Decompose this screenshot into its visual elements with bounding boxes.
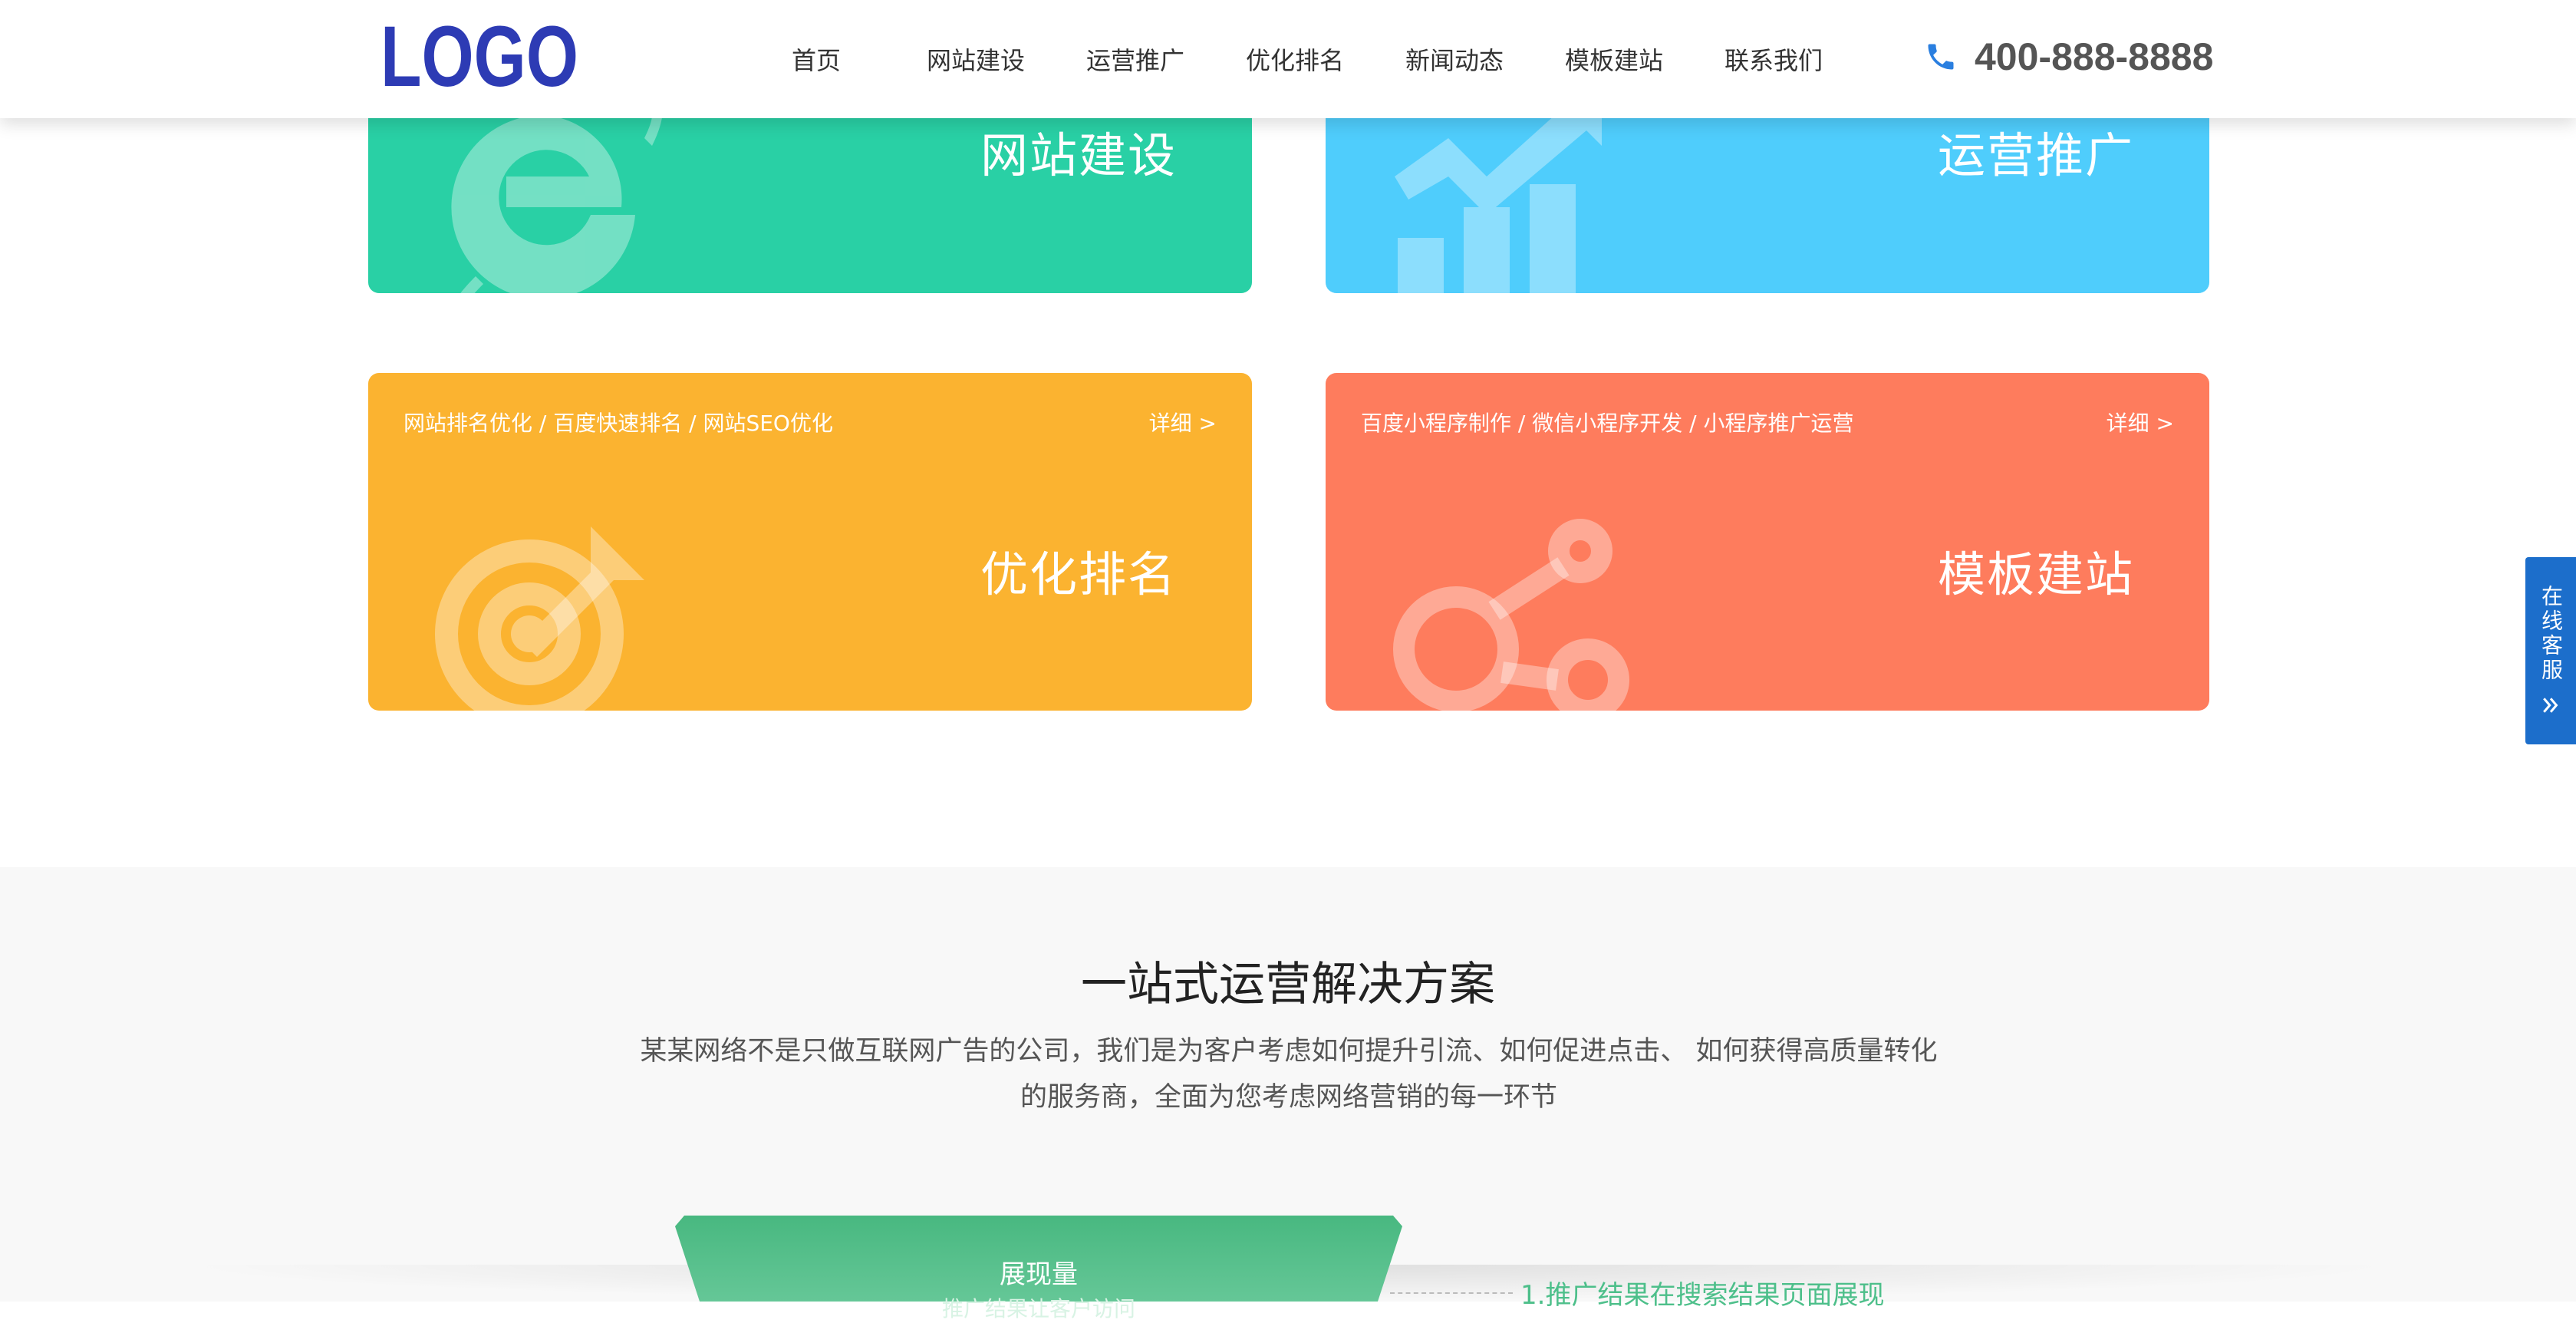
section-title: 一站式运营解决方案 bbox=[1081, 958, 1495, 1011]
nav-home[interactable]: 首页 bbox=[736, 0, 896, 118]
card-detail-link[interactable]: 详细 > bbox=[2107, 407, 2174, 437]
logo[interactable]: LOGO bbox=[380, 20, 578, 91]
description-line: 某某网络不是只做互联网广告的公司，我们是为客户考虑如何提升引流、如何促进点击、 … bbox=[640, 1036, 1938, 1067]
card-title: 优化排名 bbox=[980, 546, 1178, 602]
nav-template-site[interactable]: 模板建站 bbox=[1534, 0, 1694, 118]
nav-website-building[interactable]: 网站建设 bbox=[896, 0, 1056, 118]
phone-number: 400-888-8888 bbox=[1975, 35, 2214, 78]
card-title: 运营推广 bbox=[1938, 127, 2135, 183]
target-icon bbox=[435, 526, 644, 711]
funnel-connector bbox=[1390, 1292, 1513, 1294]
funnel-note: 1.推广结果在搜索结果页面展现 bbox=[1520, 1280, 1885, 1311]
card-subtitle: 网站排名优化 / 百度快速排名 / 网站SEO优化 bbox=[404, 411, 833, 436]
online-service-label: 在线客服 bbox=[2538, 585, 2564, 683]
svg-text:LOGO: LOGO bbox=[380, 20, 578, 91]
share-nodes-icon bbox=[1393, 519, 1629, 711]
card-template-site[interactable]: 百度小程序制作 / 微信小程序开发 / 小程序推广运营 详细 > 模板建站 bbox=[1326, 373, 2209, 711]
online-service-button[interactable]: 在线客服 bbox=[2525, 557, 2576, 744]
phone-contact[interactable]: 400-888-8888 bbox=[1924, 34, 2213, 80]
nav-ranking-optimization[interactable]: 优化排名 bbox=[1215, 0, 1375, 118]
card-title: 模板建站 bbox=[1938, 546, 2135, 602]
nav-contact[interactable]: 联系我们 bbox=[1694, 0, 1853, 118]
funnel-label: 展现量 bbox=[1000, 1259, 1078, 1290]
card-subtitle: 百度小程序制作 / 微信小程序开发 / 小程序推广运营 bbox=[1361, 411, 1854, 436]
phone-icon bbox=[1928, 44, 1954, 70]
nav-news[interactable]: 新闻动态 bbox=[1375, 0, 1534, 118]
nav-operation-promotion[interactable]: 运营推广 bbox=[1056, 0, 1215, 118]
card-detail-link[interactable]: 详细 > bbox=[1149, 407, 1217, 437]
card-title: 网站建设 bbox=[980, 127, 1178, 183]
section-description: 某某网络不是只做互联网广告的公司，我们是为客户考虑如何提升引流、如何促进点击、 … bbox=[598, 1028, 1979, 1120]
site-header: LOGO 首页 网站建设 运营推广 优化排名 新闻动态 模板建站 联系我们 40… bbox=[0, 0, 2576, 118]
card-ranking-optimization[interactable]: 网站排名优化 / 百度快速排名 / 网站SEO优化 详细 > 优化排名 bbox=[368, 373, 1252, 711]
description-line: 的服务商，全面为您考虑网络营销的每一环节 bbox=[1020, 1082, 1557, 1113]
funnel-sublabel: 推广结果让客户访问 bbox=[941, 1296, 1135, 1321]
double-chevron-right-icon bbox=[2543, 698, 2558, 713]
growth-chart-icon bbox=[1395, 92, 1602, 293]
